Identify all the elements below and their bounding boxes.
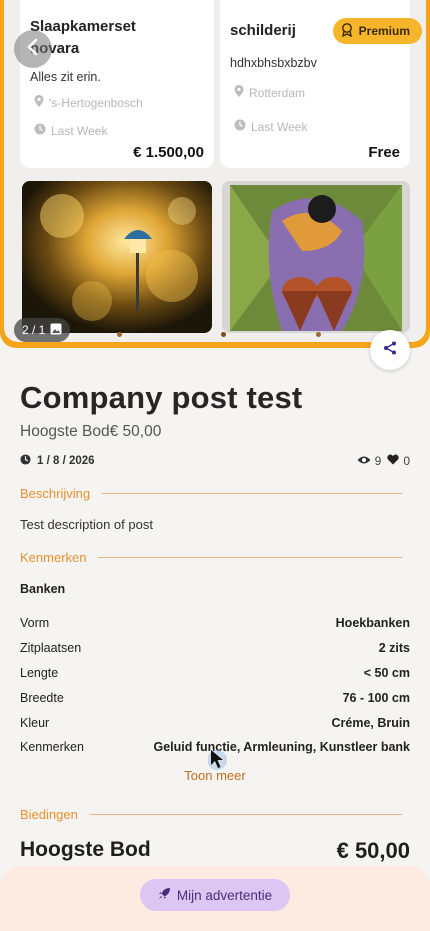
gallery-dot — [316, 332, 321, 337]
listing-image-painting[interactable] — [222, 181, 410, 333]
attribute-value: Hoekbanken — [335, 616, 410, 630]
heart-icon[interactable] — [387, 454, 399, 468]
attribute-row: Breedte 76 - 100 cm — [20, 691, 410, 705]
share-icon — [383, 341, 397, 360]
image-icon — [50, 323, 62, 338]
listing-image-garden-lamp[interactable] — [22, 181, 212, 333]
attribute-label: Breedte — [20, 691, 64, 705]
attribute-label: Kleur — [20, 716, 50, 730]
share-button[interactable] — [370, 330, 410, 370]
attribute-value: 2 zits — [378, 641, 410, 655]
premium-badge: Premium — [332, 18, 422, 44]
attribute-label: Lengte — [20, 666, 59, 680]
chevron-left-icon — [26, 38, 40, 61]
attribute-row: Lengte < 50 cm — [20, 666, 410, 680]
highest-bid-row: Hoogste Bod € 50,00 — [20, 838, 410, 864]
section-heading-description: Beschrijving — [20, 486, 402, 501]
attribute-label: Zitplaatsen — [20, 641, 82, 655]
divider — [102, 493, 402, 494]
listing-card[interactable]: Slaapkamerset novara Alles zit erin. 's-… — [20, 0, 214, 168]
like-count: 0 — [403, 454, 410, 468]
listing-title: Slaapkamerset novara — [30, 18, 136, 57]
highest-bid-amount: € 50,00 — [336, 838, 410, 863]
back-button[interactable] — [14, 30, 52, 68]
attribute-row: Kleur Créme, Bruin — [20, 716, 410, 730]
attribute-value: Geluid functie, Armleuning, Kunstleer ba… — [153, 740, 410, 754]
view-count: 9 — [374, 454, 382, 468]
medal-icon — [341, 22, 353, 40]
listing-price: € 1.500,00 — [133, 144, 204, 161]
listing-title: schilderij — [230, 22, 296, 39]
attribute-row: Vorm Hoekbanken — [20, 616, 410, 630]
clock-icon — [234, 119, 246, 134]
gallery-dot — [221, 332, 226, 337]
my-ad-button[interactable]: Mijn advertentie — [140, 879, 290, 911]
post-date: 1 / 8 / 2026 — [20, 454, 95, 468]
image-gallery[interactable]: Slaapkamerset novara Alles zit erin. 's-… — [0, 0, 430, 348]
listing-time: Last Week — [34, 123, 107, 138]
category-label: Banken — [20, 582, 66, 596]
listing-price: Free — [368, 144, 400, 161]
divider — [98, 557, 402, 558]
attribute-row: Zitplaatsen 2 zits — [20, 641, 410, 655]
listing-time: Last Week — [234, 119, 307, 134]
rocket-icon — [158, 887, 171, 903]
attribute-value: Créme, Bruin — [331, 716, 411, 730]
listing-description: Alles zit erin. — [30, 70, 101, 84]
image-counter: 2 / 1 — [14, 318, 71, 342]
divider — [89, 814, 402, 815]
description-text: Test description of post — [20, 517, 153, 532]
highest-bid-label: Hoogste Bod — [20, 838, 151, 861]
eye-icon — [357, 454, 371, 468]
attribute-label: Vorm — [20, 616, 50, 630]
gallery-dot — [117, 332, 122, 337]
attribute-value: 76 - 100 cm — [342, 691, 410, 705]
mouse-cursor-icon — [207, 748, 230, 777]
listing-location: Rotterdam — [234, 85, 305, 100]
section-heading-bids: Biedingen — [20, 807, 402, 822]
listing-description: hdhxbhsbxbzbv — [230, 56, 317, 70]
listing-location: 's-Hertogenbosch — [34, 95, 143, 110]
post-stats: 9 0 — [357, 454, 410, 468]
location-pin-icon — [234, 85, 244, 100]
post-title: Company post test — [20, 380, 303, 415]
section-heading-features: Kenmerken — [20, 550, 402, 565]
attribute-label: Kenmerken — [20, 740, 84, 754]
clock-icon — [20, 454, 31, 468]
highest-bid-summary: Hoogste Bod€ 50,00 — [20, 423, 162, 440]
clock-icon — [34, 123, 46, 138]
attribute-value: < 50 cm — [363, 666, 410, 680]
location-pin-icon — [34, 95, 44, 110]
